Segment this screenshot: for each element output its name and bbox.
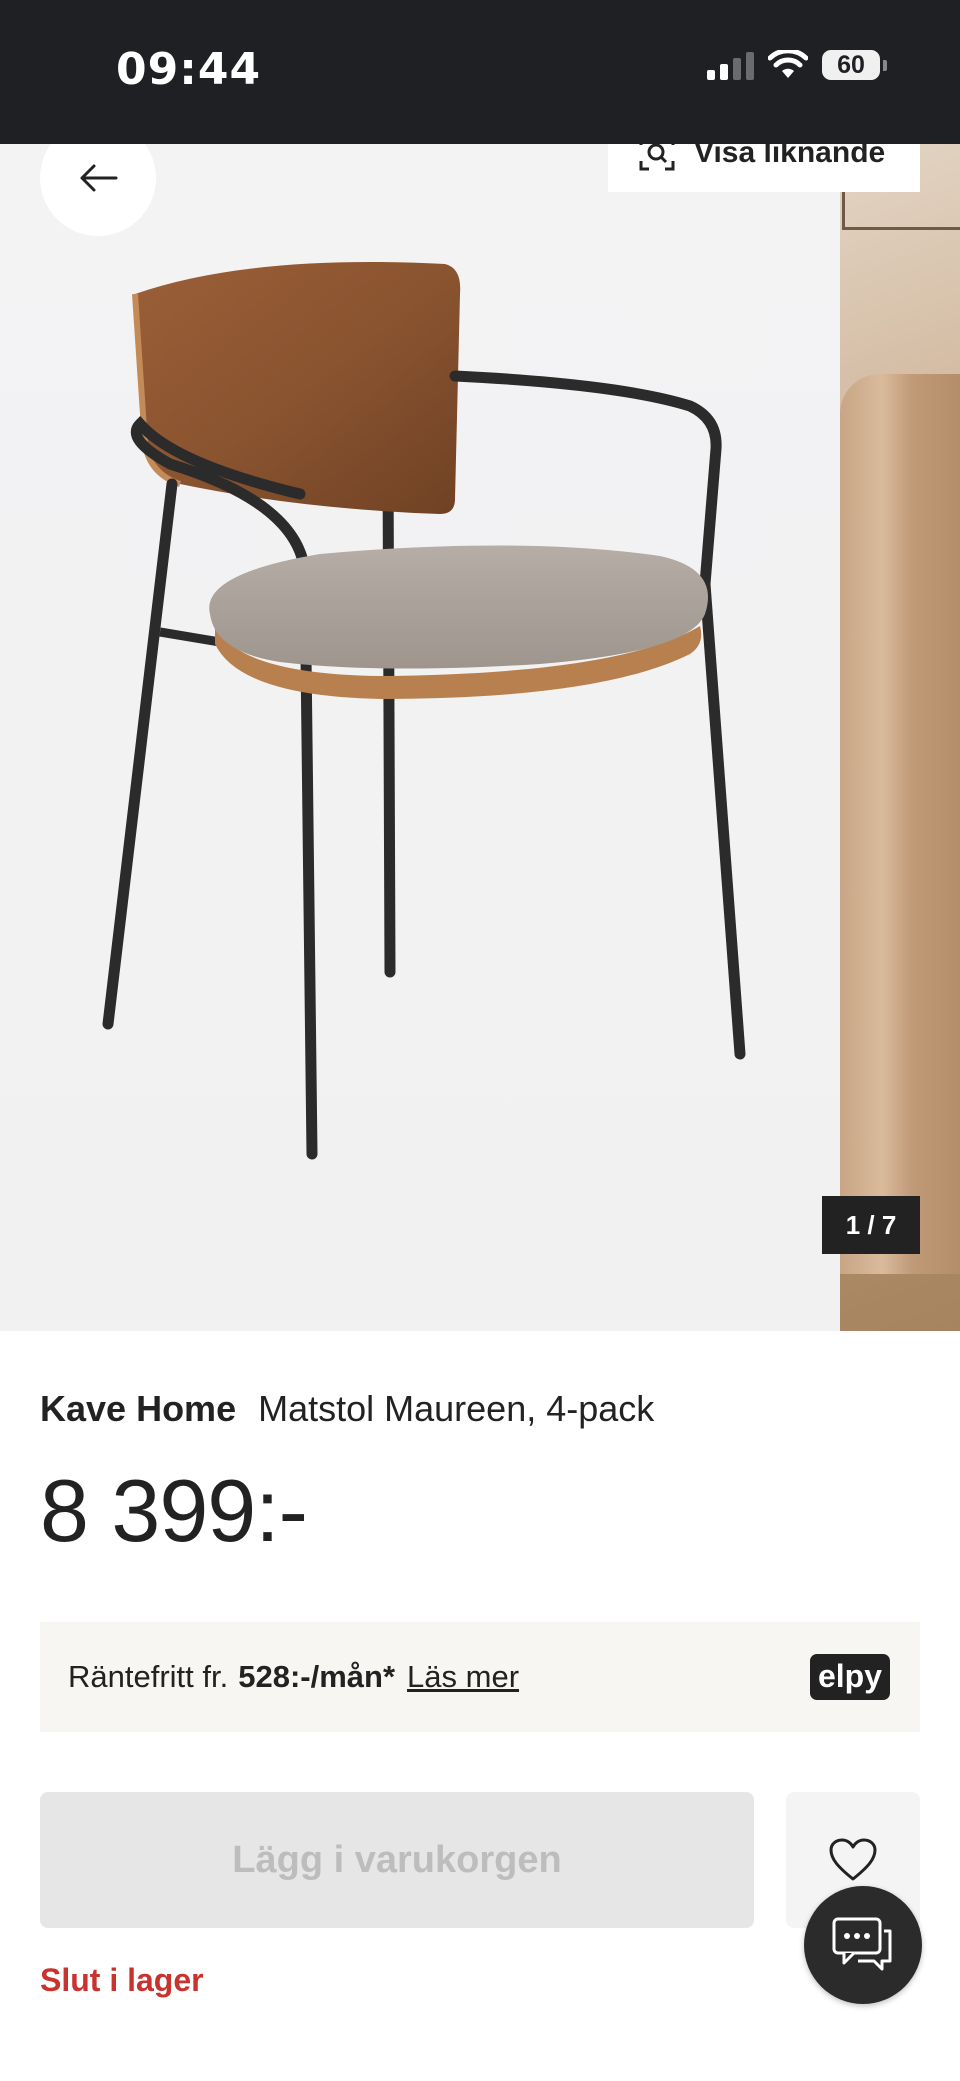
read-more-link[interactable]: Läs mer bbox=[407, 1659, 519, 1695]
financing-prefix: Räntefritt fr. bbox=[68, 1659, 229, 1694]
chair-image bbox=[102, 262, 746, 1160]
elpy-logo: elpy bbox=[810, 1654, 890, 1700]
next-product-photo-preview[interactable] bbox=[840, 144, 960, 1331]
product-photo[interactable] bbox=[0, 144, 840, 1331]
product-price: 8 399:- bbox=[40, 1461, 308, 1560]
status-icons: 60 bbox=[707, 50, 887, 80]
heart-icon bbox=[829, 1838, 877, 1881]
battery-indicator: 60 bbox=[822, 50, 887, 80]
visual-search-icon bbox=[639, 144, 675, 171]
brand-name[interactable]: Kave Home bbox=[40, 1388, 236, 1429]
status-time: 09:44 bbox=[116, 44, 262, 95]
status-bar: 09:44 60 bbox=[0, 0, 960, 144]
chat-bubbles-icon bbox=[832, 1917, 892, 1971]
wifi-icon bbox=[768, 50, 808, 78]
add-to-cart-button[interactable]: Lägg i varukorgen bbox=[40, 1792, 754, 1928]
product-image-gallery[interactable]: Visa liknande 1 / 7 bbox=[0, 144, 960, 1331]
cellular-signal-icon bbox=[707, 50, 754, 80]
product-name: Matstol Maureen, 4-pack bbox=[258, 1388, 655, 1429]
chat-button[interactable] bbox=[804, 1886, 922, 2004]
stock-status: Slut i lager bbox=[40, 1962, 204, 1998]
financing-amount: 528:-/mån* bbox=[238, 1659, 396, 1694]
image-counter: 1 / 7 bbox=[822, 1196, 920, 1254]
tablecloth-detail bbox=[840, 374, 960, 1274]
show-similar-label: Visa liknande bbox=[694, 144, 886, 169]
financing-banner: Räntefritt fr. 528:-/mån* Läs mer elpy bbox=[40, 1622, 920, 1732]
show-similar-button[interactable]: Visa liknande bbox=[608, 144, 920, 192]
arrow-left-icon bbox=[80, 164, 118, 192]
product-title: Kave Home Matstol Maureen, 4-pack bbox=[40, 1388, 654, 1430]
